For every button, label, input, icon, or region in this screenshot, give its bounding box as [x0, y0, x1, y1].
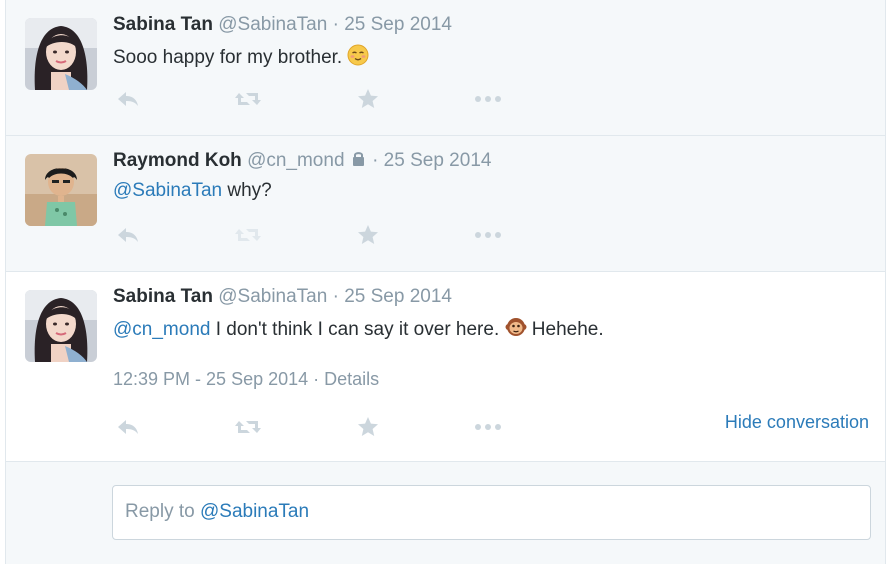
reply-icon[interactable] [113, 414, 143, 440]
favorite-star-icon[interactable] [353, 86, 383, 112]
monkey-face-icon [505, 316, 527, 344]
more-options-icon[interactable] [473, 222, 503, 248]
tweet-actions [113, 414, 513, 440]
author-name[interactable]: Sabina Tan [113, 14, 213, 35]
tweet-header: Raymond Koh @cn_mond · 25 Sep 2014 [113, 150, 491, 172]
mention-link[interactable]: @SabinaTan [113, 180, 222, 201]
retweet-icon[interactable] [233, 86, 263, 112]
hide-conversation-link[interactable]: Hide conversation [725, 412, 869, 433]
details-link[interactable]: · Details [313, 369, 379, 389]
tweet-text-content: Sooo happy for my brother. [113, 47, 343, 68]
reply-placeholder-prefix: Reply to [125, 501, 200, 522]
avatar[interactable] [25, 154, 97, 226]
tweet-text-content: I don't think I can say it over here. [210, 319, 500, 340]
retweet-icon[interactable] [233, 414, 263, 440]
author-name[interactable]: Sabina Tan [113, 286, 213, 307]
reply-icon[interactable] [113, 86, 143, 112]
tweet-text-tail: Hehehe. [526, 319, 604, 340]
reply-placeholder-mention: @SabinaTan [199, 501, 310, 522]
mention-link[interactable]: @cn_mond [113, 319, 210, 340]
author-handle[interactable]: @SabinaTan [218, 286, 327, 307]
avatar[interactable] [25, 290, 97, 362]
avatar[interactable] [25, 18, 97, 90]
reply-icon[interactable] [113, 222, 143, 248]
tweet-expanded[interactable]: Sabina Tan @SabinaTan · 25 Sep 2014 @cn_… [6, 272, 885, 462]
more-options-icon[interactable] [473, 414, 503, 440]
tweet-header: Sabina Tan @SabinaTan · 25 Sep 2014 [113, 14, 452, 36]
tweet-text-content: why? [222, 180, 272, 201]
reply-input[interactable]: Reply to @SabinaTan [112, 485, 871, 540]
tweet-date[interactable]: · 25 Sep 2014 [333, 286, 452, 307]
more-options-icon[interactable] [473, 86, 503, 112]
reply-area: Reply to @SabinaTan [6, 462, 885, 564]
tweet[interactable]: Sabina Tan @SabinaTan · 25 Sep 2014 Sooo… [6, 0, 885, 136]
tweet-text: @cn_mond I don't think I can say it over… [113, 316, 604, 344]
tweet-metadata: 12:39 PM - 25 Sep 2014 · Details [113, 369, 379, 390]
author-handle[interactable]: @SabinaTan [218, 14, 327, 35]
retweet-icon[interactable] [233, 222, 263, 248]
favorite-star-icon[interactable] [353, 414, 383, 440]
tweet-actions [113, 222, 513, 248]
relieved-face-icon [347, 44, 369, 72]
lock-icon [352, 150, 365, 172]
tweet-header: Sabina Tan @SabinaTan · 25 Sep 2014 [113, 286, 452, 308]
author-name[interactable]: Raymond Koh [113, 150, 242, 171]
tweet-text: Sooo happy for my brother. [113, 44, 369, 72]
tweet-date[interactable]: · 25 Sep 2014 [372, 150, 491, 171]
conversation-panel: Sabina Tan @SabinaTan · 25 Sep 2014 Sooo… [5, 0, 886, 564]
favorite-star-icon[interactable] [353, 222, 383, 248]
tweet[interactable]: Raymond Koh @cn_mond · 25 Sep 2014 @Sabi… [6, 136, 885, 272]
author-handle[interactable]: @cn_mond [247, 150, 344, 171]
tweet-actions [113, 86, 513, 112]
tweet-date[interactable]: · 25 Sep 2014 [333, 14, 452, 35]
tweet-timestamp: 12:39 PM - 25 Sep 2014 [113, 369, 309, 389]
tweet-text: @SabinaTan why? [113, 180, 272, 202]
